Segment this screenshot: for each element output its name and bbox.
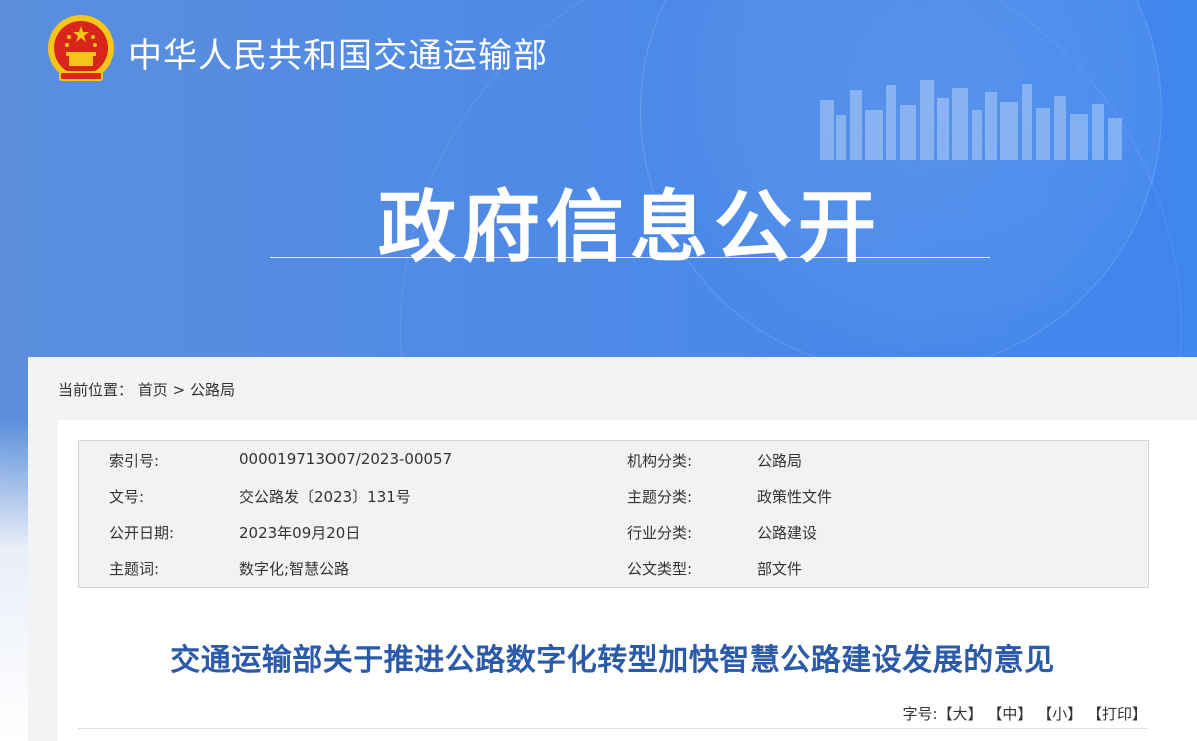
font-size-medium-button[interactable]: 【中】 bbox=[987, 705, 1032, 723]
industry-category-label: 行业分类: bbox=[627, 524, 693, 542]
organization-category-value: 公路局 bbox=[757, 452, 803, 470]
metadata-row: 主题词: 数字化;智慧公路 公文类型: 部文件 bbox=[79, 549, 1148, 585]
banner-heading: 政府信息公开 bbox=[377, 183, 882, 273]
organization-category-label: 机构分类: bbox=[627, 452, 693, 470]
keywords-value: 数字化;智慧公路 bbox=[239, 560, 350, 578]
topic-category-value: 政策性文件 bbox=[757, 488, 833, 506]
font-size-toolbar: 字号:【大】 【中】 【小】 【打印】 bbox=[903, 703, 1147, 724]
publish-date-label: 公开日期: bbox=[109, 524, 175, 542]
document-title: 交通运输部关于推进公路数字化转型加快智慧公路建设发展的意见 bbox=[170, 643, 1055, 678]
metadata-row: 索引号: 000019713O07/2023-00057 机构分类: 公路局 bbox=[79, 441, 1148, 477]
index-number-value: 000019713O07/2023-00057 bbox=[239, 450, 453, 468]
metadata-row: 公开日期: 2023年09月20日 行业分类: 公路建设 bbox=[79, 513, 1148, 549]
site-title[interactable]: 中华人民共和国交通运输部 bbox=[128, 28, 548, 77]
keywords-label: 主题词: bbox=[109, 560, 160, 578]
breadcrumb-current-link[interactable]: 公路局 bbox=[190, 381, 235, 399]
publish-date-value: 2023年09月20日 bbox=[239, 524, 361, 542]
font-size-label: 字号: bbox=[902, 705, 938, 723]
breadcrumb: 当前位置： 首页 > 公路局 bbox=[58, 379, 235, 400]
print-button[interactable]: 【打印】 bbox=[1087, 705, 1147, 723]
document-panel: 索引号: 000019713O07/2023-00057 机构分类: 公路局 文… bbox=[58, 420, 1197, 741]
breadcrumb-separator: > bbox=[172, 381, 186, 399]
font-size-large-button[interactable]: 【大】 bbox=[938, 705, 983, 723]
city-skyline-graphic bbox=[820, 80, 1122, 160]
document-metadata-table: 索引号: 000019713O07/2023-00057 机构分类: 公路局 文… bbox=[78, 440, 1149, 588]
national-emblem-logo bbox=[48, 15, 114, 81]
index-number-label: 索引号: bbox=[109, 452, 160, 470]
font-size-small-button[interactable]: 【小】 bbox=[1037, 705, 1082, 723]
metadata-row: 文号: 交公路发〔2023〕131号 主题分类: 政策性文件 bbox=[79, 477, 1148, 513]
content-card: 当前位置： 首页 > 公路局 索引号: 000019713O07/2023-00… bbox=[28, 357, 1197, 741]
document-type-label: 公文类型: bbox=[627, 560, 693, 578]
toolbar-divider bbox=[78, 728, 1147, 729]
document-number-value: 交公路发〔2023〕131号 bbox=[239, 488, 411, 506]
document-type-value: 部文件 bbox=[757, 560, 803, 578]
document-number-label: 文号: bbox=[109, 488, 145, 506]
topic-category-label: 主题分类: bbox=[627, 488, 693, 506]
industry-category-value: 公路建设 bbox=[757, 524, 818, 542]
breadcrumb-label: 当前位置： bbox=[58, 381, 134, 399]
banner-divider bbox=[270, 257, 990, 258]
breadcrumb-home-link[interactable]: 首页 bbox=[138, 381, 168, 399]
